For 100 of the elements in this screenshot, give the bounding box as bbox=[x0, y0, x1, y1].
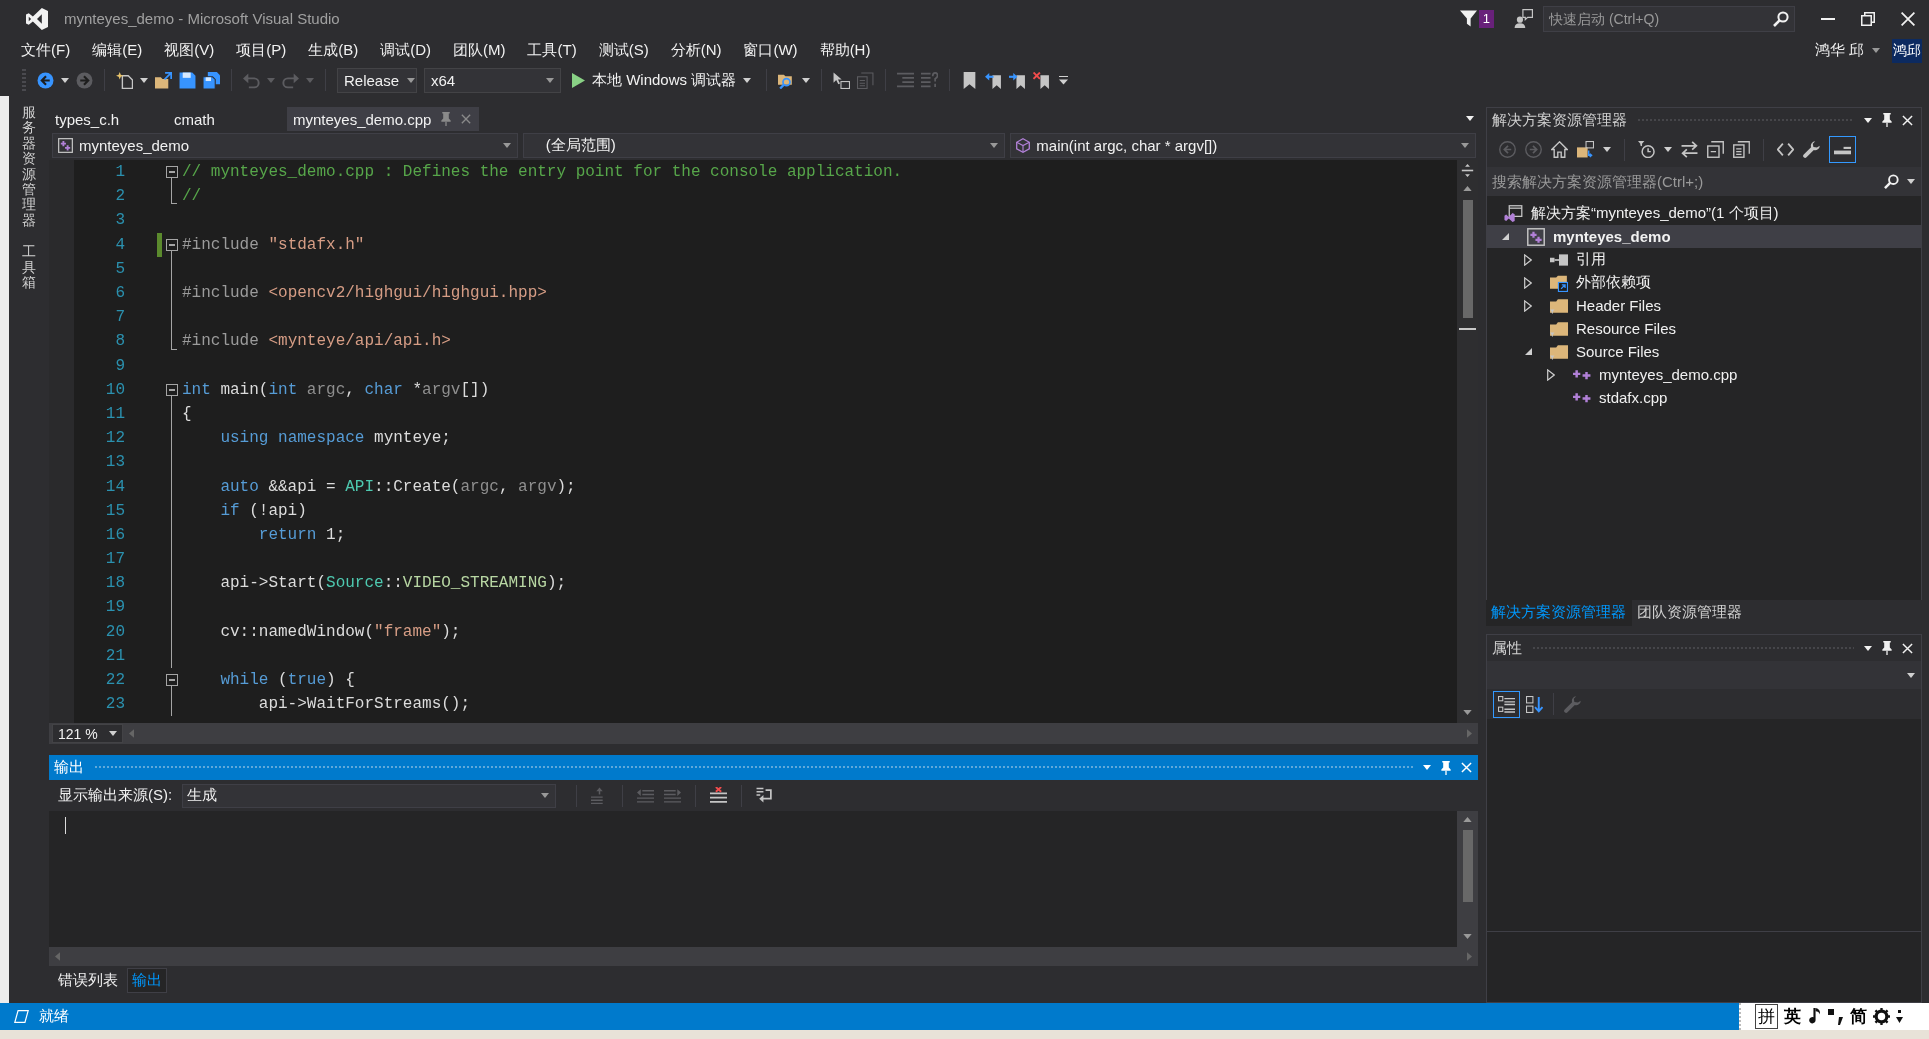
tree-item[interactable]: mynteyes_demo bbox=[1487, 225, 1921, 248]
bookmark-left-arrow-icon[interactable] bbox=[985, 71, 1003, 89]
menu-item[interactable]: 团队(M) bbox=[442, 39, 517, 62]
scope-dropdown[interactable]: (全局范围) bbox=[522, 133, 1006, 158]
platform-dropdown[interactable]: x64 bbox=[424, 67, 561, 93]
back-icon[interactable] bbox=[37, 71, 54, 89]
funnel-icon[interactable] bbox=[1459, 10, 1477, 27]
cursor-box-icon[interactable] bbox=[833, 71, 851, 89]
search-icon[interactable] bbox=[1884, 174, 1899, 189]
wrap-arrow-icon[interactable] bbox=[756, 787, 774, 804]
scrollbar-thumb[interactable] bbox=[1462, 200, 1473, 318]
account-avatar[interactable]: 鸿邱 bbox=[1892, 38, 1922, 63]
panel-tab[interactable]: 解决方案资源管理器 bbox=[1486, 600, 1632, 626]
scrollbar-thumb[interactable] bbox=[1462, 830, 1473, 902]
restore-icon[interactable] bbox=[1861, 11, 1875, 26]
caret-icon[interactable] bbox=[802, 77, 811, 83]
panel-tab[interactable]: 团队资源管理器 bbox=[1632, 600, 1748, 626]
collapse-box-icon[interactable] bbox=[165, 238, 178, 251]
pin-icon[interactable] bbox=[1882, 113, 1892, 127]
split-handle-icon[interactable] bbox=[1461, 164, 1474, 177]
caret-icon[interactable] bbox=[1907, 179, 1915, 184]
two-way-arrows-icon[interactable] bbox=[1681, 141, 1698, 158]
menu-item[interactable]: 编辑(E) bbox=[81, 39, 154, 62]
collapse-all-icon[interactable] bbox=[1707, 141, 1724, 158]
project-dropdown[interactable]: mynteyes_demo bbox=[52, 133, 518, 158]
document-tab[interactable]: types_c.h bbox=[49, 107, 168, 131]
output-source-dropdown[interactable]: 生成 bbox=[182, 783, 557, 808]
panel-tab[interactable]: 输出 bbox=[127, 967, 167, 993]
menu-item[interactable]: 窗口(W) bbox=[732, 39, 809, 62]
side-tab[interactable]: 服务器资源管理器 bbox=[22, 105, 36, 229]
pin-icon[interactable] bbox=[1882, 641, 1892, 655]
menu-item[interactable]: 项目(P) bbox=[225, 39, 298, 62]
wrench-icon[interactable] bbox=[1803, 141, 1820, 158]
tree-item[interactable]: 引用 bbox=[1487, 248, 1921, 271]
tree-item[interactable]: mynteyes_demo.cpp bbox=[1487, 363, 1921, 386]
tree-item[interactable]: 外部依赖项 bbox=[1487, 271, 1921, 294]
tree-item[interactable]: 解决方案“mynteyes_demo”(1 个项目) bbox=[1487, 202, 1921, 225]
bookmark-right-arrow-icon[interactable] bbox=[1009, 71, 1027, 89]
bookmark-cross-icon[interactable] bbox=[1033, 71, 1051, 89]
caret-icon[interactable] bbox=[61, 77, 69, 83]
vertical-scrollbar[interactable] bbox=[1457, 811, 1478, 947]
zoom-dropdown[interactable]: 121 % bbox=[52, 724, 123, 743]
ime-mode-key[interactable]: 拼 bbox=[1755, 1004, 1778, 1029]
collapse-arrow-icon[interactable] bbox=[1524, 348, 1532, 355]
ime-language-key[interactable]: 英 bbox=[1784, 1005, 1801, 1028]
quick-launch-field[interactable]: 快速启动 (Ctrl+Q) bbox=[1543, 5, 1795, 32]
new-project-icon[interactable] bbox=[116, 71, 133, 89]
tree-item[interactable]: Header Files bbox=[1487, 294, 1921, 317]
open-folder-icon[interactable] bbox=[155, 71, 172, 89]
document-tab[interactable]: cmath bbox=[168, 107, 287, 131]
expand-arrow-icon[interactable] bbox=[1524, 299, 1532, 312]
preview-bar-icon[interactable] bbox=[1829, 136, 1856, 163]
menu-item[interactable]: 分析(N) bbox=[659, 39, 733, 62]
gear-icon[interactable] bbox=[1873, 1008, 1890, 1025]
sort-list-icon[interactable] bbox=[1526, 695, 1543, 713]
collapse-box-icon[interactable] bbox=[165, 383, 178, 396]
save-all-icon[interactable] bbox=[203, 71, 220, 89]
search-icon[interactable] bbox=[1773, 10, 1789, 27]
overflow-icon[interactable] bbox=[1896, 1009, 1903, 1024]
expand-arrow-icon[interactable] bbox=[1524, 276, 1532, 289]
side-tab[interactable]: 工具箱 bbox=[22, 244, 36, 291]
folder-switch-icon[interactable] bbox=[1577, 141, 1594, 158]
collapse-arrow-icon[interactable] bbox=[1501, 233, 1509, 240]
menu-item[interactable]: 生成(B) bbox=[297, 39, 370, 62]
search-field[interactable]: 搜索解决方案资源管理器(Ctrl+;) bbox=[1487, 167, 1921, 196]
menu-item[interactable]: 帮助(H) bbox=[808, 39, 882, 62]
account-name[interactable]: 鸿华 邱 bbox=[1814, 41, 1864, 60]
caret-icon[interactable] bbox=[1664, 147, 1672, 152]
punctuation-icon[interactable] bbox=[1828, 1008, 1844, 1025]
caret-icon[interactable] bbox=[1864, 117, 1872, 123]
ime-script-key[interactable]: 简 bbox=[1850, 1005, 1867, 1028]
code-brackets-icon[interactable] bbox=[1777, 141, 1794, 158]
tree-item[interactable]: Source Files bbox=[1487, 340, 1921, 363]
vertical-scrollbar[interactable] bbox=[1457, 160, 1478, 723]
note-icon[interactable] bbox=[1807, 1008, 1822, 1025]
menu-item[interactable]: 视图(V) bbox=[153, 39, 226, 62]
notification-badge[interactable]: 1 bbox=[1478, 9, 1494, 28]
menu-item[interactable]: 文件(F) bbox=[10, 39, 82, 62]
copy-pages-icon[interactable] bbox=[1733, 141, 1750, 158]
menu-item[interactable]: 工具(T) bbox=[516, 39, 588, 62]
overflow-icon[interactable] bbox=[1059, 75, 1069, 85]
horizontal-scrollbar[interactable] bbox=[49, 947, 1478, 966]
collapse-box-icon[interactable] bbox=[165, 674, 178, 687]
home-icon[interactable] bbox=[1551, 141, 1568, 158]
clock-filter-icon[interactable] bbox=[1638, 141, 1655, 158]
caret-icon[interactable] bbox=[1603, 147, 1611, 152]
categorized-list-icon[interactable] bbox=[1493, 690, 1520, 718]
tree-item[interactable]: Resource Files bbox=[1487, 317, 1921, 340]
caret-icon[interactable] bbox=[1864, 645, 1872, 651]
menu-item[interactable]: 调试(D) bbox=[369, 39, 442, 62]
expand-arrow-icon[interactable] bbox=[1524, 253, 1532, 266]
menu-item[interactable]: 测试(S) bbox=[587, 39, 660, 62]
panel-tab[interactable]: 错误列表 bbox=[53, 967, 123, 993]
minimize-icon[interactable] bbox=[1821, 17, 1835, 20]
member-dropdown[interactable]: main(int argc, char * argv[]) bbox=[1010, 133, 1476, 158]
save-icon[interactable] bbox=[179, 71, 196, 89]
configuration-dropdown[interactable]: Release bbox=[337, 67, 417, 93]
caret-icon[interactable] bbox=[1466, 116, 1474, 121]
feedback-icon[interactable] bbox=[1514, 9, 1533, 28]
start-debugging-button[interactable]: 本地 Windows 调试器 bbox=[568, 70, 756, 90]
